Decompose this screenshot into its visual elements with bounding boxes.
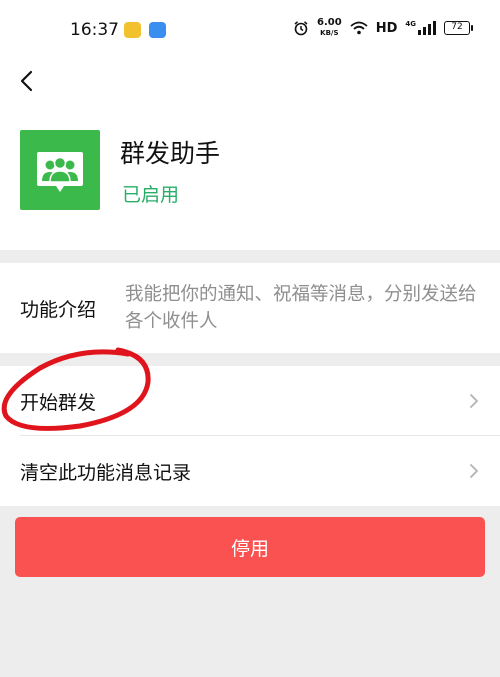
intro-card: 功能介绍 我能把你的通知、祝福等消息，分别发送给各个收件人 [0,263,500,353]
nav-bar [0,62,500,112]
battery-icon: 72 [444,21,473,35]
intro-label: 功能介绍 [20,299,97,321]
app-name: 群发助手 [120,139,221,168]
start-broadcast-label: 开始群发 [20,392,97,414]
net-speed-value: 6.00 [317,17,342,28]
signal-icon: 4G [405,21,436,35]
app-status: 已启用 [122,184,180,206]
clear-history-label: 清空此功能消息记录 [20,462,192,484]
group-users-icon [37,152,83,192]
net-speed: 6.00 KB/S [317,18,342,38]
screen: 16:37 6.00 KB/S HD 4G 72 群发助手 已启用 功能介绍 我… [0,0,500,677]
network-type: 4G [405,20,416,28]
start-broadcast-row[interactable]: 开始群发 [0,366,500,436]
net-speed-unit: KB/S [320,29,339,37]
battery-level: 72 [451,22,463,32]
hd-label: HD [375,20,398,36]
chevron-left-icon [20,70,33,92]
alarm-icon [294,21,308,36]
back-button[interactable] [14,66,40,96]
intro-text: 我能把你的通知、祝福等消息，分别发送给各个收件人 [125,284,477,332]
yellow-app-icon [124,22,141,38]
chevron-right-icon [470,394,478,408]
chevron-right-icon [470,464,478,478]
wifi-icon [350,21,368,35]
disable-button[interactable]: 停用 [15,517,485,577]
status-time: 16:37 [70,20,119,40]
blue-chat-icon [149,22,166,38]
actions-list: 开始群发 清空此功能消息记录 [0,366,500,506]
status-right-icons: 6.00 KB/S HD 4G 72 [293,18,473,38]
status-bar: 16:37 6.00 KB/S HD 4G 72 [0,0,500,62]
app-logo [20,130,100,210]
app-header-card: 群发助手 已启用 [0,112,500,250]
clear-history-row[interactable]: 清空此功能消息记录 [0,436,500,506]
notification-icons [124,22,166,38]
